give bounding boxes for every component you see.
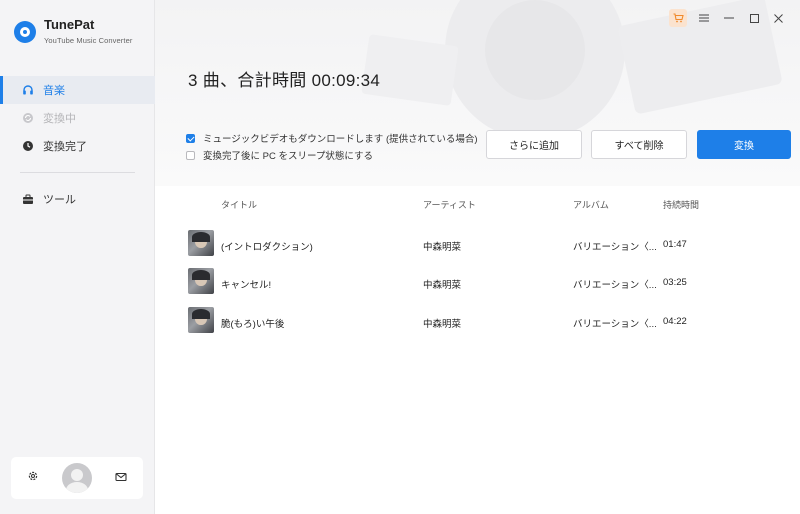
sidebar-divider: [20, 172, 135, 173]
headphones-icon: [22, 84, 34, 96]
toolbox-icon: [22, 193, 34, 205]
album-art-thumbnail: [188, 307, 214, 333]
settings-gear-icon[interactable]: [27, 469, 39, 487]
column-title[interactable]: タイトル: [221, 198, 257, 211]
convert-button[interactable]: 変換: [697, 130, 791, 159]
brand: TunePat YouTube Music Converter: [14, 17, 132, 45]
sidebar-item-label: 変換完了: [43, 141, 87, 153]
tunepat-logo-icon: [14, 21, 36, 43]
avatar[interactable]: [62, 463, 92, 493]
track-title: (イントロダクション): [221, 242, 313, 253]
maximize-icon[interactable]: [745, 9, 763, 27]
track-album: バリエーション〈...: [573, 280, 657, 291]
option-download-video[interactable]: ミュージックビデオもダウンロードします (提供されている場合): [186, 131, 478, 145]
track-duration: 03:25: [663, 277, 687, 288]
sidebar-item-music[interactable]: 音楽: [0, 76, 155, 104]
sync-icon: [22, 112, 34, 124]
track-duration: 01:47: [663, 239, 687, 250]
close-icon[interactable]: [769, 9, 787, 27]
album-art-thumbnail: [188, 268, 214, 294]
sleep-after-checkbox[interactable]: [186, 150, 195, 160]
track-artist: 中森明菜: [423, 280, 462, 291]
minimize-icon[interactable]: [720, 9, 738, 27]
menu-icon[interactable]: [695, 9, 713, 27]
app-subtitle: YouTube Music Converter: [44, 36, 133, 45]
main-panel: 3 曲、合計時間 00:09:34 ミュージックビデオもダウンロードします (提…: [155, 0, 800, 514]
sidebar-item-converted[interactable]: 変換完了: [0, 132, 155, 160]
download-video-checkbox[interactable]: [186, 133, 195, 143]
table-row[interactable]: (イントロダクション) 中森明菜 バリエーション〈... 01:47: [155, 230, 800, 260]
app-name: TunePat: [44, 17, 95, 32]
sidebar-item-label: 音楽: [43, 85, 65, 97]
column-artist[interactable]: アーティスト: [423, 198, 476, 211]
table-row[interactable]: キャンセル! 中森明菜 バリエーション〈... 03:25: [155, 268, 800, 298]
sidebar-item-converting[interactable]: 変換中: [0, 104, 155, 132]
table-row[interactable]: 脆(もろ)い午後 中森明菜 バリエーション〈... 04:22: [155, 307, 800, 337]
option-sleep-after[interactable]: 変換完了後に PC をスリープ状態にする: [186, 148, 373, 162]
delete-all-button[interactable]: すべて削除: [591, 130, 687, 159]
option-label: ミュージックビデオもダウンロードします (提供されている場合): [203, 134, 478, 145]
track-album: バリエーション〈...: [573, 319, 657, 330]
track-title: 脆(もろ)い午後: [221, 319, 285, 330]
track-duration: 04:22: [663, 316, 687, 327]
sidebar-nav: 音楽 変換中 変換完了 ツール: [0, 76, 155, 213]
page-title: 3 曲、合計時間 00:09:34: [188, 71, 381, 90]
column-album[interactable]: アルバム: [573, 198, 609, 211]
album-art-thumbnail: [188, 230, 214, 256]
track-artist: 中森明菜: [423, 242, 462, 253]
option-label: 変換完了後に PC をスリープ状態にする: [203, 151, 374, 162]
sidebar-item-label: ツール: [43, 194, 76, 206]
user-panel: [11, 457, 143, 499]
column-duration[interactable]: 持続時間: [663, 198, 699, 211]
cart-icon[interactable]: [669, 9, 687, 27]
mail-icon[interactable]: [115, 469, 127, 487]
track-album: バリエーション〈...: [573, 242, 657, 253]
track-title: キャンセル!: [221, 280, 272, 291]
add-more-button[interactable]: さらに追加: [486, 130, 582, 159]
sidebar-item-label: 変換中: [43, 113, 76, 125]
sidebar-item-tools[interactable]: ツール: [0, 185, 155, 213]
track-artist: 中森明菜: [423, 319, 462, 330]
sidebar: TunePat YouTube Music Converter 音楽 変換中 変…: [0, 0, 155, 514]
clock-icon: [22, 140, 34, 152]
